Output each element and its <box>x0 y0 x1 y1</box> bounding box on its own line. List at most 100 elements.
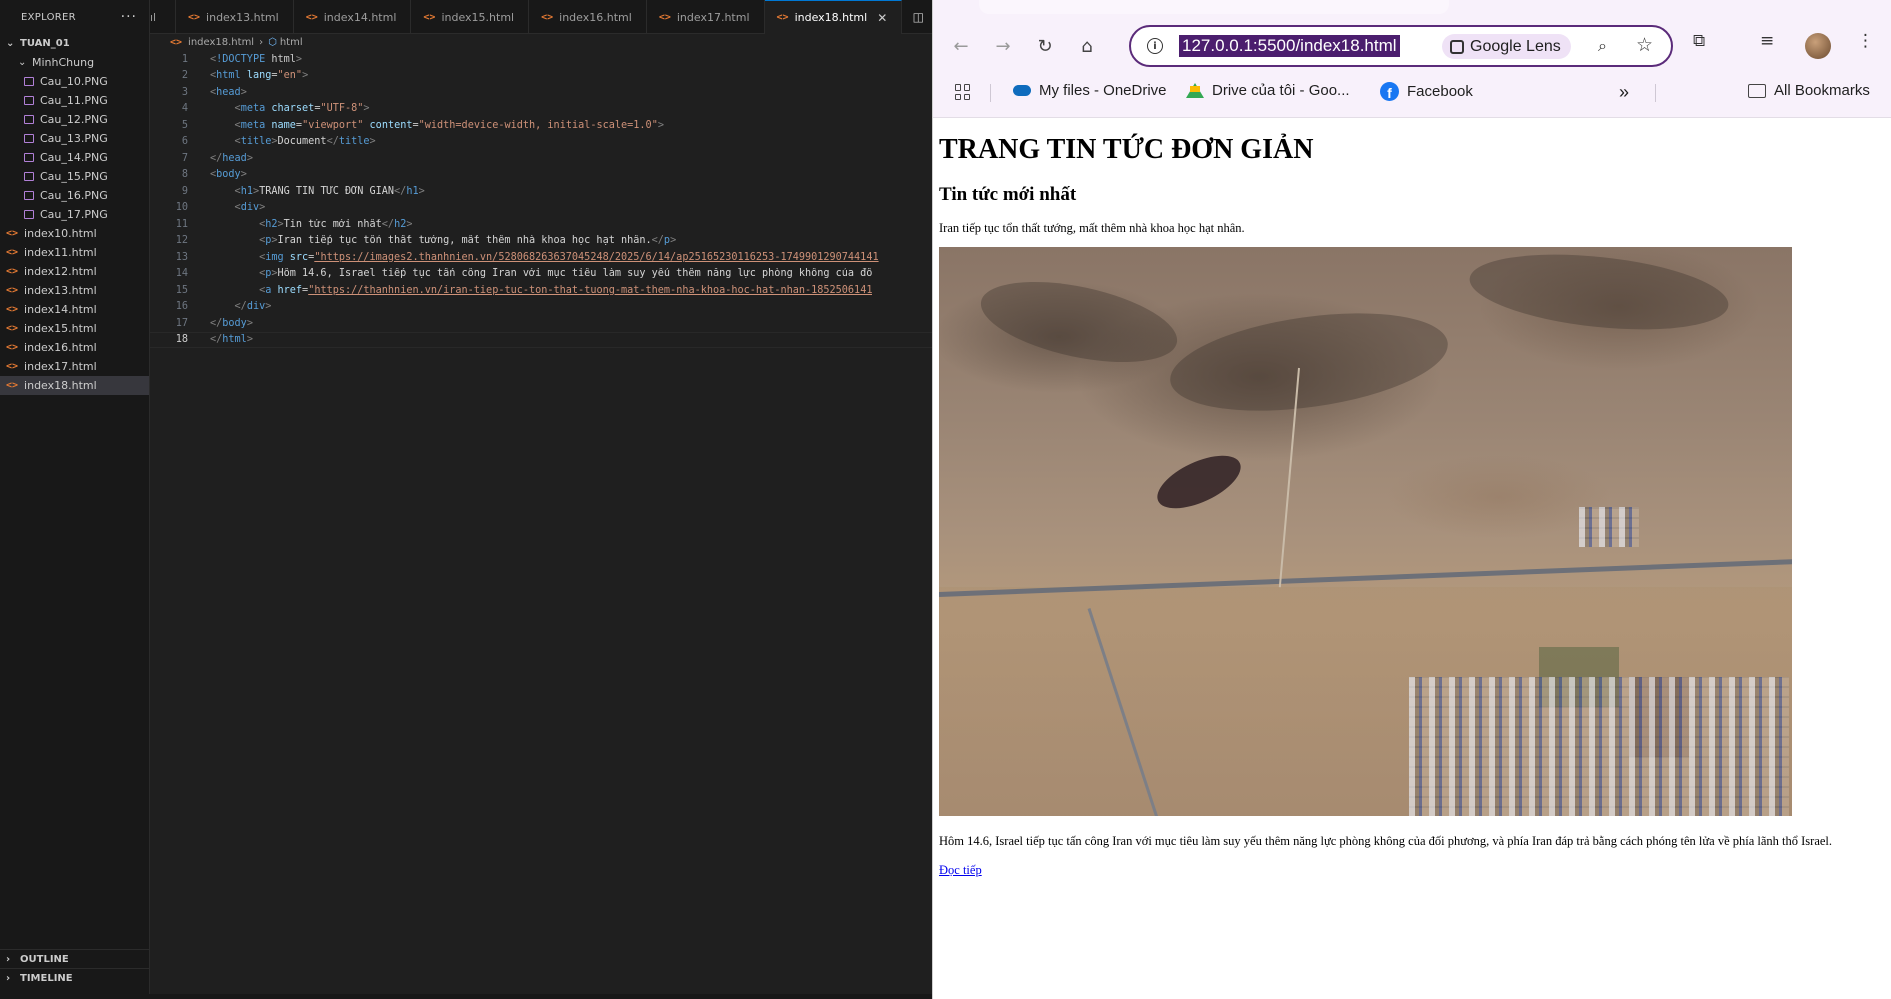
tree-file-png[interactable]: Cau_11.PNG <box>0 91 149 110</box>
code-line[interactable]: 18 </html> <box>150 331 932 348</box>
close-icon[interactable]: ✕ <box>877 11 887 25</box>
code-line[interactable]: 14 <p>Hôm 14.6, Israel tiếp tục tấn công… <box>150 266 932 283</box>
address-bar[interactable]: i 127.0.0.1:5500/index18.html Google Len… <box>1129 25 1673 67</box>
bookmark-drive[interactable]: Drive của tôi - Goo... <box>1186 82 1350 99</box>
tree-file-png[interactable]: Cau_16.PNG <box>0 186 149 205</box>
tree-root[interactable]: ⌄ TUAN_01 <box>0 34 149 53</box>
editor-tab[interactable]: <> index14.html <box>294 0 412 34</box>
google-lens-button[interactable]: Google Lens <box>1442 34 1571 59</box>
code-line[interactable]: 17 </body> <box>150 315 932 332</box>
symbol-icon: ⬡ <box>268 37 277 48</box>
browser-toolbar: ← → ↻ ⌂ i 127.0.0.1:5500/index18.html Go… <box>933 0 1891 118</box>
tree-file-png[interactable]: Cau_13.PNG <box>0 129 149 148</box>
site-info-icon[interactable]: i <box>1147 38 1163 54</box>
code-line[interactable]: 7 </head> <box>150 150 932 167</box>
home-icon[interactable]: ⌂ <box>1074 33 1100 59</box>
code-text: <head> <box>210 86 247 98</box>
menu-icon[interactable]: ⋮ <box>1857 31 1874 51</box>
code-line[interactable]: 16 </div> <box>150 299 932 316</box>
tree-file-png[interactable]: Cau_10.PNG <box>0 72 149 91</box>
bookmark-onedrive[interactable]: My files - OneDrive <box>1013 82 1167 99</box>
editor-tab[interactable]: <> index17.html <box>647 0 765 34</box>
avatar[interactable] <box>1805 33 1831 59</box>
tree-file-label: index14.html <box>24 303 97 316</box>
code-text: <meta name="viewport" content="width=dev… <box>234 119 664 131</box>
editor-tab-label: index14.html <box>323 10 397 24</box>
breadcrumb-file[interactable]: index18.html <box>188 37 254 48</box>
tree-file-png[interactable]: Cau_12.PNG <box>0 110 149 129</box>
tree-file-png[interactable]: Cau_15.PNG <box>0 167 149 186</box>
code-editor: ıl <> index13.html <> index14.html <> index15.… <box>150 0 932 999</box>
breadcrumb-symbol[interactable]: html <box>280 37 303 48</box>
tree-file-html[interactable]: <> index16.html <box>0 338 149 357</box>
code-line[interactable]: 15 <a href="https://thanhnien.vn/iran-ti… <box>150 282 932 299</box>
buildings <box>1579 507 1639 548</box>
read-more-link[interactable]: Đọc tiếp <box>939 863 982 878</box>
overflow-label: » <box>1619 82 1630 102</box>
tree-file-png[interactable]: Cau_17.PNG <box>0 205 149 224</box>
tree-file-html[interactable]: <> index17.html <box>0 357 149 376</box>
tab-actions: ◫ <box>913 0 924 34</box>
code-line[interactable]: 13 <img src="https://images2.thanhnien.v… <box>150 249 932 266</box>
code-text: <img src="https://images2.thanhnien.vn/5… <box>259 251 879 263</box>
bookmarks-overflow-icon[interactable]: » <box>1619 82 1629 103</box>
forward-icon[interactable]: → <box>990 33 1016 59</box>
editor-tab[interactable]: ıl <box>150 0 176 34</box>
extensions-icon[interactable]: ⧉ <box>1693 31 1705 51</box>
tree-file-label: index15.html <box>24 322 97 335</box>
code-line[interactable]: 1 <!DOCTYPE html> <box>150 51 932 68</box>
zoom-icon[interactable]: ⌕ <box>1598 36 1607 56</box>
tree-file-html[interactable]: <> index10.html <box>0 224 149 243</box>
code-line[interactable]: 2 <html lang="en"> <box>150 68 932 85</box>
code-text: <div> <box>234 202 266 214</box>
chevron-down-icon: ⌄ <box>18 57 27 68</box>
body-paragraph: Hôm 14.6, Israel tiếp tục tấn công Iran … <box>939 834 1833 849</box>
apps-grid-icon[interactable] <box>955 84 971 100</box>
code-text: <p>Hôm 14.6, Israel tiếp tục tấn công Ir… <box>259 268 873 280</box>
editor-tab[interactable]: <> index13.html <box>176 0 294 34</box>
back-icon[interactable]: ← <box>948 33 974 59</box>
tree-file-html[interactable]: <> index11.html <box>0 243 149 262</box>
url-text[interactable]: 127.0.0.1:5500/index18.html <box>1179 35 1400 57</box>
code-line[interactable]: 9 <h1>TRANG TIN TỨC ĐƠN GIẢN</h1> <box>150 183 932 200</box>
all-bookmarks-label: All Bookmarks <box>1774 82 1870 99</box>
tree-file-html[interactable]: <> index13.html <box>0 281 149 300</box>
tree-file-html[interactable]: <> index15.html <box>0 319 149 338</box>
code-line[interactable]: 4 <meta charset="UTF-8"> <box>150 101 932 118</box>
editor-tab[interactable]: <> index15.html <box>411 0 530 34</box>
tree-file-html[interactable]: <> index12.html <box>0 262 149 281</box>
tree-file-label: Cau_15.PNG <box>40 170 108 183</box>
tree-file-label: index10.html <box>24 227 97 240</box>
line-number: 4 <box>181 103 188 115</box>
tree-file-html[interactable]: <> index14.html <box>0 300 149 319</box>
code-text: </html> <box>210 334 253 346</box>
outline-section[interactable]: › OUTLINE <box>0 949 150 968</box>
editor-tab[interactable]: <> index16.html <box>529 0 647 34</box>
editor-tab-label: ıl <box>150 10 157 24</box>
code-line[interactable]: 12 <p>Iran tiếp tục tổn thất tướng, mất … <box>150 233 932 250</box>
tree-file-png[interactable]: Cau_14.PNG <box>0 148 149 167</box>
terrain-shadow <box>973 267 1185 378</box>
timeline-section[interactable]: › TIMELINE <box>0 968 150 987</box>
code-text: <h1>TRANG TIN TỨC ĐƠN GIẢN</h1> <box>234 185 425 197</box>
media-controls-icon[interactable]: ≡ <box>1760 31 1774 51</box>
code-line[interactable]: 3 <head> <box>150 84 932 101</box>
code-line[interactable]: 6 <title>Document</title> <box>150 134 932 151</box>
bookmark-star-icon[interactable]: ☆ <box>1636 34 1653 56</box>
explorer-sidebar: EXPLORER ··· ⌄ TUAN_01 ⌄ MinhChung Cau_1… <box>0 0 150 999</box>
code-line[interactable]: 11 <h2>Tin tức mới nhất</h2> <box>150 216 932 233</box>
tree-folder-minhchung[interactable]: ⌄ MinhChung <box>0 53 149 72</box>
tree-file-html[interactable]: <> index18.html <box>0 376 149 395</box>
code-line[interactable]: 8 <body> <box>150 167 932 184</box>
html-file-icon: <> <box>6 247 19 258</box>
line-number: 7 <box>181 152 188 164</box>
code-line[interactable]: 10 <div> <box>150 200 932 217</box>
reload-icon[interactable]: ↻ <box>1032 33 1058 59</box>
bookmark-facebook[interactable]: f Facebook <box>1380 82 1473 101</box>
more-actions-icon[interactable]: ··· <box>121 9 137 25</box>
split-editor-icon[interactable]: ◫ <box>913 10 924 24</box>
code-line[interactable]: 5 <meta name="viewport" content="width=d… <box>150 117 932 134</box>
all-bookmarks[interactable]: All Bookmarks <box>1748 82 1870 99</box>
editor-tab[interactable]: <> index18.html ✕ <box>764 0 903 34</box>
code-lines[interactable]: 1 <!DOCTYPE html> 2 <html lang="en"> 3 <head>… <box>150 51 932 348</box>
